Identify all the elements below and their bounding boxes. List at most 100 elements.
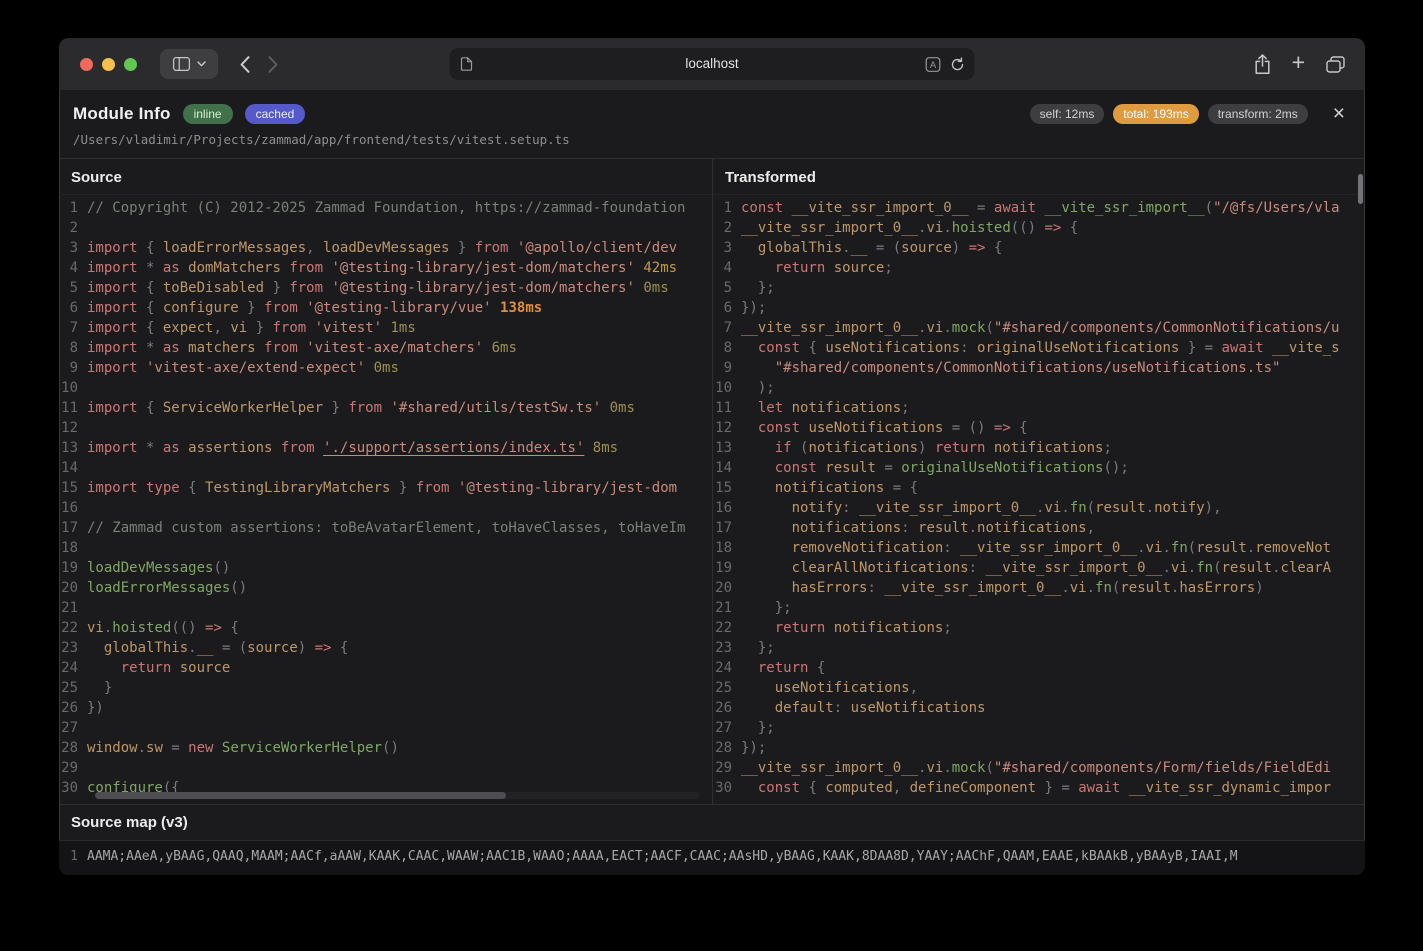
close-window-button[interactable]: [80, 57, 93, 71]
code-text: };: [774, 600, 792, 616]
code-text: globalThis.__ = (source) => {: [757, 240, 1003, 256]
address-bar[interactable]: localhost A: [449, 48, 975, 80]
code-text: useNotifications,: [774, 680, 919, 696]
minimize-window-button[interactable]: [102, 57, 115, 71]
code-line: 13 if (notifications) return notificatio…: [713, 438, 1365, 458]
code-line: 29: [59, 758, 712, 778]
line-number: 18: [715, 540, 732, 556]
line-number: 30: [61, 780, 78, 796]
line-number: 18: [61, 540, 78, 556]
horizontal-scrollbar[interactable]: [95, 792, 700, 799]
file-link[interactable]: './support/assertions/index.ts': [323, 440, 584, 456]
code-line: 8 import * as matchers from 'vitest-axe/m…: [59, 338, 712, 358]
code-text: return notifications;: [774, 620, 952, 636]
line-number: 10: [61, 380, 78, 396]
line-number: 5: [723, 280, 732, 296]
code-text: }): [87, 700, 104, 716]
code-text: notifications: result.notifications,: [791, 520, 1096, 536]
url-text[interactable]: localhost: [450, 48, 975, 80]
tab-overview-icon[interactable]: [1326, 55, 1345, 73]
code-line: 10 );: [713, 378, 1365, 398]
transformed-code: 1 const __vite_ssr_import_0__ = await __v…: [713, 195, 1365, 804]
line-number: 11: [715, 400, 732, 416]
svg-text:A: A: [930, 60, 937, 71]
code-line: 12 const useNotifications = () => {: [713, 418, 1365, 438]
code-line: 25 useNotifications,: [713, 678, 1365, 698]
line-number: 26: [715, 700, 732, 716]
browser-window: localhost A + Module Info inline cached …: [59, 38, 1365, 875]
line-number: 19: [61, 560, 78, 576]
line-number: 30: [715, 780, 732, 796]
code-line: 22 vi.hoisted(() => {: [59, 618, 712, 638]
code-line: 30 const { computed, defineComponent } =…: [713, 778, 1365, 798]
back-button[interactable]: [240, 55, 250, 73]
code-line: 3 globalThis.__ = (source) => {: [713, 238, 1365, 258]
code-text: notify: __vite_ssr_import_0__.vi.fn(resu…: [791, 500, 1222, 516]
code-line: 5 };: [713, 278, 1365, 298]
line-number: 6: [723, 300, 732, 316]
line-number: 11: [61, 400, 78, 416]
code-text: vi.hoisted(() => {: [87, 620, 239, 636]
share-icon[interactable]: [1254, 53, 1271, 75]
code-line: 7 __vite_ssr_import_0__.vi.mock("#shared/…: [713, 318, 1365, 338]
sourcemap-row: 1 AAMA;AAeA,yBAAG,QAAQ,MAAM;AACf,aAAW,KA…: [59, 840, 1365, 875]
code-text: );: [757, 380, 775, 396]
code-text: import type { TestingLibraryMatchers } f…: [87, 480, 678, 496]
code-line: 14 const result = originalUseNotificatio…: [713, 458, 1365, 478]
forward-button[interactable]: [268, 55, 278, 73]
code-text: clearAllNotifications: __vite_ssr_import…: [791, 560, 1332, 576]
code-line: 15 notifications = {: [713, 478, 1365, 498]
page-title: Module Info: [73, 103, 171, 123]
code-line: 27: [59, 718, 712, 738]
code-line: 16: [59, 498, 712, 518]
code-text: });: [741, 300, 767, 316]
line-number: 23: [715, 640, 732, 656]
code-text: globalThis.__ = (source) => {: [103, 640, 349, 656]
code-line: 3 import { loadErrorMessages, loadDevMess…: [59, 238, 712, 258]
module-file-path: /Users/vladimir/Projects/zammad/app/fron…: [73, 132, 570, 147]
scrollbar-thumb[interactable]: [95, 792, 507, 799]
code-line: 4 return source;: [713, 258, 1365, 278]
translate-icon[interactable]: A: [925, 56, 941, 72]
code-text: loadDevMessages(): [87, 560, 231, 576]
line-number: 9: [723, 360, 732, 376]
code-line: 1 const __vite_ssr_import_0__ = await __v…: [713, 198, 1365, 218]
code-text: };: [757, 640, 775, 656]
line-number: 5: [69, 280, 78, 296]
new-tab-icon[interactable]: +: [1292, 51, 1305, 74]
code-text: __vite_ssr_import_0__.vi.mock("#shared/c…: [741, 320, 1340, 336]
transformed-panel-title: Transformed: [713, 159, 1365, 195]
zoom-window-button[interactable]: [124, 57, 137, 71]
line-number: 2: [69, 220, 78, 236]
code-line: 7 import { expect, vi } from 'vitest' 1ms: [59, 318, 712, 338]
code-text: __vite_ssr_import_0__.vi.hoisted(() => {: [741, 220, 1079, 236]
code-text: import { configure } from '@testing-libr…: [87, 300, 543, 316]
source-panel-title: Source: [59, 159, 712, 195]
line-number: 9: [69, 360, 78, 376]
transform-time-badge: transform: 2ms: [1207, 103, 1308, 124]
code-text: // Zammad custom assertions: toBeAvatarE…: [87, 520, 686, 536]
code-line: 1 // Copyright (C) 2012-2025 Zammad Found…: [59, 198, 712, 218]
vertical-scrollbar-thumb[interactable]: [1358, 174, 1363, 204]
close-icon[interactable]: ×: [1333, 103, 1345, 124]
code-text: loadErrorMessages(): [87, 580, 248, 596]
reload-icon[interactable]: [951, 56, 965, 72]
code-line: 11 import { ServiceWorkerHelper } from '#…: [59, 398, 712, 418]
line-number: 7: [723, 320, 732, 336]
code-text: removeNotification: __vite_ssr_import_0_…: [791, 540, 1332, 556]
line-number: 25: [715, 680, 732, 696]
code-text: const __vite_ssr_import_0__ = await __vi…: [741, 200, 1340, 216]
code-line: 22 return notifications;: [713, 618, 1365, 638]
code-line: 13 import * as assertions from './support…: [59, 438, 712, 458]
line-number: 12: [61, 420, 78, 436]
code-text: const { useNotifications: originalUseNot…: [757, 340, 1340, 356]
transformed-panel: Transformed 1 const __vite_ssr_import_0__…: [712, 159, 1365, 804]
line-number: 15: [715, 480, 732, 496]
code-line: 2: [59, 218, 712, 238]
total-time-badge: total: 193ms: [1113, 103, 1199, 124]
line-number: 14: [715, 460, 732, 476]
sidebar-toggle-button[interactable]: [160, 49, 218, 79]
source-panel: Source 1 // Copyright (C) 2012-2025 Zamma…: [59, 159, 712, 804]
code-text: import * as assertions from './support/a…: [87, 440, 619, 456]
sourcemap-mappings: AAMA;AAeA,yBAAG,QAAQ,MAAM;AACf,aAAW,KAAK…: [87, 849, 1238, 864]
